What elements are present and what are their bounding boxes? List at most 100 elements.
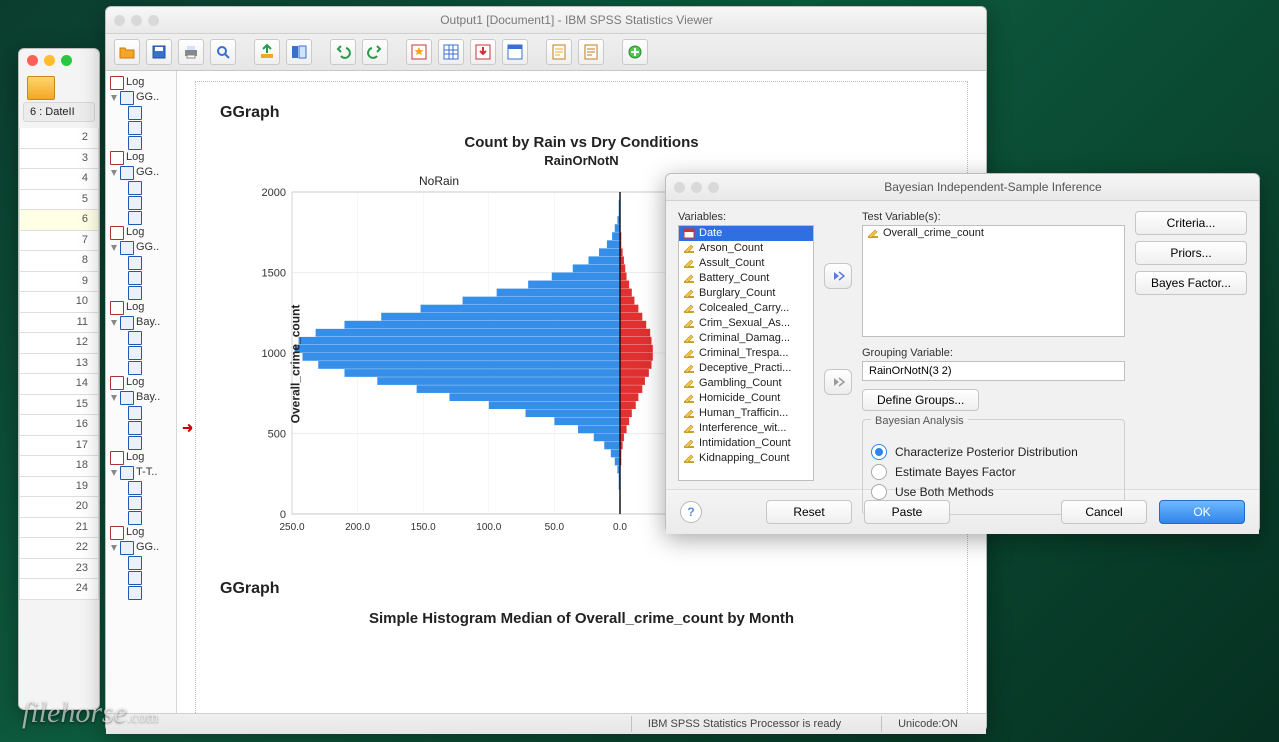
row-header[interactable]: 19 (19, 477, 99, 498)
row-header[interactable]: 24 (19, 579, 99, 600)
outline-log[interactable]: Log (110, 226, 174, 240)
outline-table[interactable]: Bay.. (110, 391, 174, 405)
print-button[interactable] (178, 39, 204, 65)
outline-child[interactable] (128, 586, 174, 600)
row-header[interactable]: 5 (19, 190, 99, 211)
undo-button[interactable] (330, 39, 356, 65)
row-header[interactable]: 6 (19, 210, 99, 231)
outline-log[interactable]: Log (110, 151, 174, 165)
variables-listbox[interactable]: DateArson_CountAssult_CountBattery_Count… (678, 225, 814, 481)
outline-table[interactable]: Bay.. (110, 316, 174, 330)
outline-log[interactable]: Log (110, 451, 174, 465)
outline-log[interactable]: Log (110, 76, 174, 90)
outline-child[interactable] (128, 421, 174, 435)
radio-option[interactable]: Use Both Methods (871, 484, 1116, 500)
zoom-icon[interactable] (61, 55, 72, 66)
outline-child[interactable] (128, 136, 174, 150)
redo-button[interactable] (362, 39, 388, 65)
outline-child[interactable] (128, 106, 174, 120)
outline-child[interactable] (128, 436, 174, 450)
move-to-test-button[interactable] (824, 263, 852, 289)
ok-button[interactable]: OK (1159, 500, 1245, 524)
variable-item[interactable]: Date (679, 226, 813, 241)
outline-child[interactable] (128, 331, 174, 345)
row-header[interactable]: 12 (19, 333, 99, 354)
row-header[interactable]: 9 (19, 272, 99, 293)
row-header[interactable]: 14 (19, 374, 99, 395)
variable-item[interactable]: Interference_wit... (679, 421, 813, 436)
row-header[interactable]: 15 (19, 395, 99, 416)
preview-button[interactable] (210, 39, 236, 65)
outline-log[interactable]: Log (110, 301, 174, 315)
bayes-factor-button[interactable]: Bayes Factor... (1135, 271, 1247, 295)
minimize-icon[interactable] (131, 15, 142, 26)
outline-child[interactable] (128, 361, 174, 375)
outline-child[interactable] (128, 181, 174, 195)
outline-graph[interactable]: GG.. (110, 241, 174, 255)
row-header[interactable]: 22 (19, 538, 99, 559)
row-header[interactable]: 21 (19, 518, 99, 539)
variable-item[interactable]: Homicide_Count (679, 391, 813, 406)
row-header[interactable]: 16 (19, 415, 99, 436)
variable-item[interactable]: Gambling_Count (679, 376, 813, 391)
test-variable-item[interactable]: Overall_crime_count (863, 226, 1124, 241)
variable-item[interactable]: Deceptive_Practi... (679, 361, 813, 376)
zoom-icon[interactable] (148, 15, 159, 26)
open-button[interactable] (114, 39, 140, 65)
variable-item[interactable]: Criminal_Damag... (679, 331, 813, 346)
open-icon[interactable] (27, 76, 55, 100)
variable-item[interactable]: Battery_Count (679, 271, 813, 286)
row-header[interactable]: 10 (19, 292, 99, 313)
reset-button[interactable]: Reset (766, 500, 852, 524)
close-icon[interactable] (674, 182, 685, 193)
chart-grid-button[interactable] (438, 39, 464, 65)
minimize-icon[interactable] (44, 55, 55, 66)
priors-button[interactable]: Priors... (1135, 241, 1247, 265)
paste-button[interactable]: Paste (864, 500, 950, 524)
outline-child[interactable] (128, 286, 174, 300)
variable-item[interactable]: Human_Trafficin... (679, 406, 813, 421)
radio-option[interactable]: Estimate Bayes Factor (871, 464, 1116, 480)
outline-log[interactable]: Log (110, 376, 174, 390)
outline-graph[interactable]: GG.. (110, 166, 174, 180)
outline-child[interactable] (128, 121, 174, 135)
row-header[interactable]: 3 (19, 149, 99, 170)
row-header[interactable]: 23 (19, 559, 99, 580)
row-header[interactable]: 13 (19, 354, 99, 375)
variable-item[interactable]: Kidnapping_Count (679, 451, 813, 466)
outline-child[interactable] (128, 211, 174, 225)
variable-item[interactable]: Criminal_Trespa... (679, 346, 813, 361)
outline-graph[interactable]: GG.. (110, 541, 174, 555)
add-green-button[interactable] (622, 39, 648, 65)
variable-item[interactable]: Burglary_Count (679, 286, 813, 301)
outline-child[interactable] (128, 196, 174, 210)
cancel-button[interactable]: Cancel (1061, 500, 1147, 524)
move-to-grouping-button[interactable] (824, 369, 852, 395)
chart-star-button[interactable] (406, 39, 432, 65)
outline-table[interactable]: T-T.. (110, 466, 174, 480)
row-header[interactable]: 7 (19, 231, 99, 252)
row-header[interactable]: 4 (19, 169, 99, 190)
close-icon[interactable] (27, 55, 38, 66)
zoom-icon[interactable] (708, 182, 719, 193)
script2-button[interactable] (578, 39, 604, 65)
outline-child[interactable] (128, 571, 174, 585)
outline-log[interactable]: Log (110, 526, 174, 540)
row-header[interactable]: 2 (19, 128, 99, 149)
outline-child[interactable] (128, 556, 174, 570)
define-groups-button[interactable]: Define Groups... (862, 389, 979, 411)
variable-item[interactable]: Assult_Count (679, 256, 813, 271)
row-header[interactable]: 17 (19, 436, 99, 457)
test-variables-listbox[interactable]: Overall_crime_count (862, 225, 1125, 337)
outline-child[interactable] (128, 256, 174, 270)
variable-item[interactable]: Crim_Sexual_As... (679, 316, 813, 331)
minimize-icon[interactable] (691, 182, 702, 193)
help-button[interactable]: ? (680, 501, 702, 523)
outline-child[interactable] (128, 271, 174, 285)
row-header[interactable]: 20 (19, 497, 99, 518)
outline-child[interactable] (128, 511, 174, 525)
chart-table-button[interactable] (502, 39, 528, 65)
outline-child[interactable] (128, 496, 174, 510)
outline-graph[interactable]: GG.. (110, 91, 174, 105)
grouping-variable-input[interactable] (862, 361, 1125, 381)
